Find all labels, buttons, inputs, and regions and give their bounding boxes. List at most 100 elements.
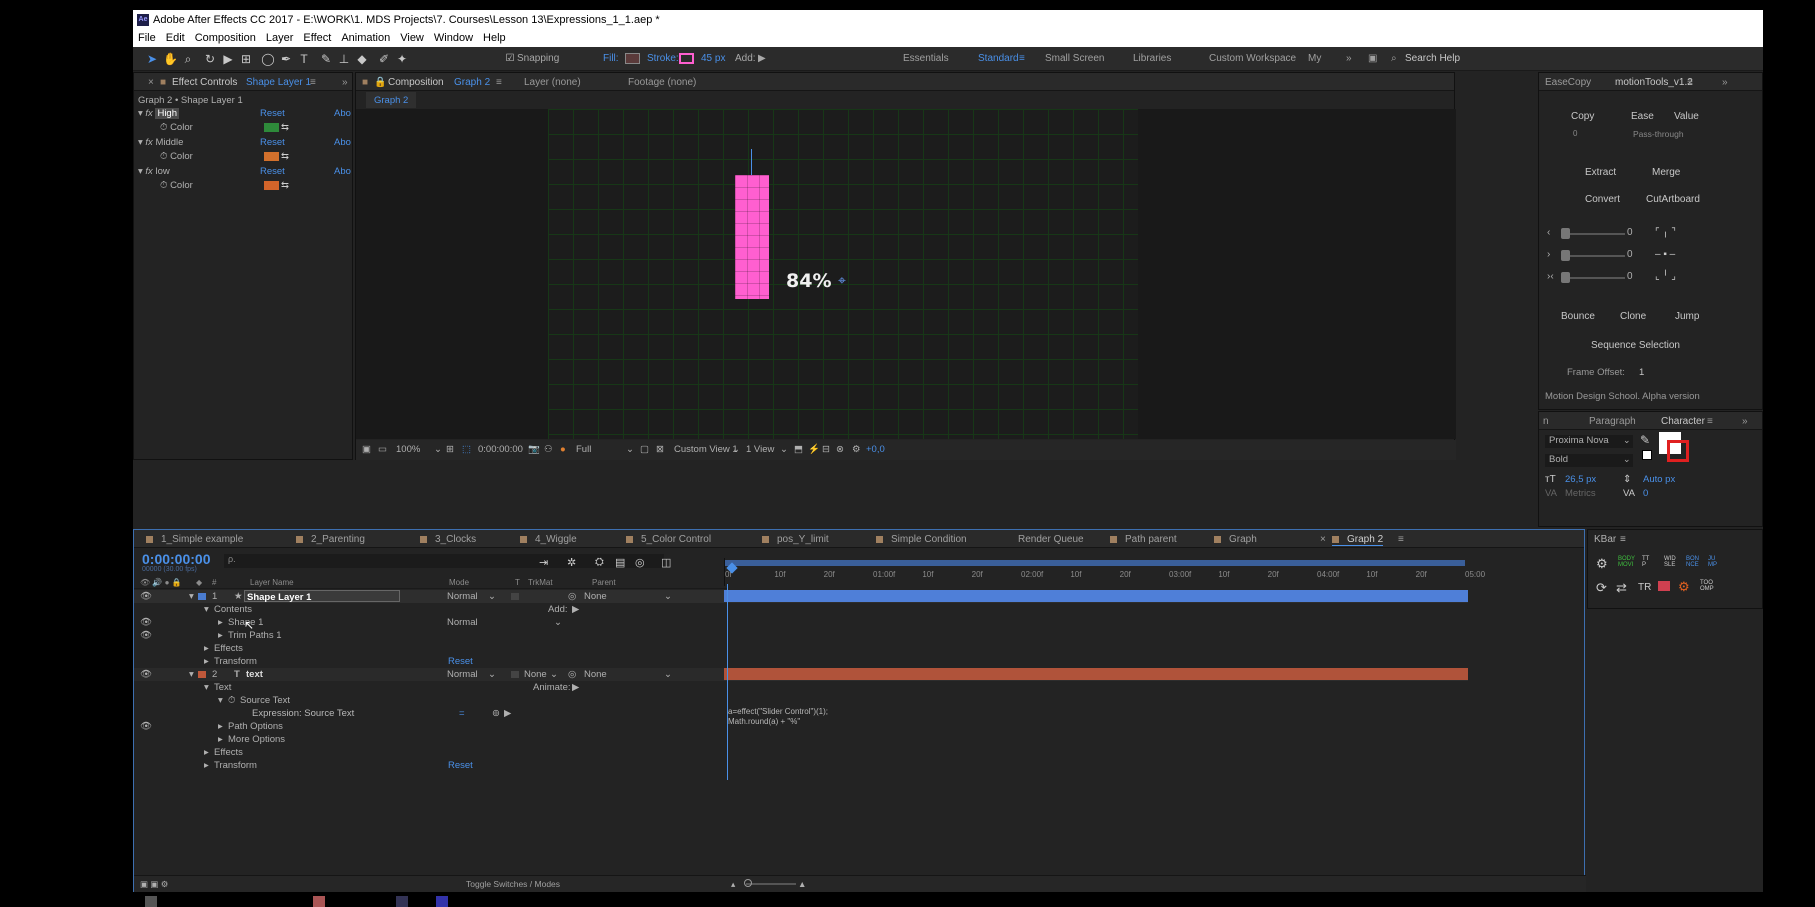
expression-graph-icon[interactable]: ⊚ — [492, 707, 500, 720]
timeline-icon[interactable]: ⊟ — [822, 440, 830, 460]
comp-lock-toggle-icon[interactable]: 🔒 — [374, 77, 386, 88]
always-preview-icon[interactable]: ▣ — [362, 440, 371, 460]
dropdown-arrow-icon[interactable]: ⌄ — [488, 590, 496, 603]
time-ruler[interactable]: 0f 10f 20f 01:00f 10f 20f 02:00f 10f 20f 03:00f 10… — [724, 558, 1485, 586]
effect-row-high[interactable]: ▾ fx High Reset Abo — [138, 108, 352, 120]
toggle-pixel-aspect-icon[interactable]: ⬒ — [794, 440, 803, 460]
layer-tab[interactable]: Layer (none) — [524, 77, 581, 88]
blend-mode-dropdown[interactable]: Normal — [447, 616, 478, 629]
tracking-value[interactable]: 0 — [1643, 488, 1648, 499]
pen-tool-icon[interactable]: ✒ — [279, 52, 293, 66]
workspace-custom[interactable]: Custom Workspace — [1209, 53, 1296, 64]
timeline-tab[interactable]: 4_Wiggle — [520, 534, 577, 545]
menu-animation[interactable]: Animation — [336, 30, 395, 47]
timeline-tab[interactable]: Path parent — [1110, 534, 1177, 545]
expand-triangle-icon[interactable]: ▾ — [189, 668, 194, 681]
timeline-tab[interactable]: 2_Parenting — [296, 534, 365, 545]
slider-track[interactable] — [1565, 255, 1625, 257]
align-bottom-icon[interactable]: ⌞ ╵ ⌟ — [1655, 271, 1676, 282]
close-icon[interactable]: × — [1320, 534, 1326, 545]
workspace-libraries[interactable]: Libraries — [1133, 53, 1171, 64]
taskbar-icon[interactable] — [396, 896, 408, 907]
dropdown-arrow-icon[interactable]: ⌄ — [780, 440, 788, 460]
kbar-button[interactable]: WID SLE — [1664, 556, 1676, 568]
color-channel-icon[interactable]: ● — [560, 440, 566, 460]
visibility-eye-icon[interactable]: 👁 — [140, 720, 152, 733]
camera-tool-icon[interactable]: ▶ — [221, 52, 235, 66]
timeline-tab[interactable]: 1_Simple example — [146, 534, 243, 545]
kbar-button[interactable]: JU MP — [1708, 556, 1717, 568]
preserve-transparency-toggle[interactable] — [511, 593, 519, 600]
clone-stamp-tool-icon[interactable]: ⊥ — [337, 52, 351, 66]
expand-panel-icon[interactable]: » — [342, 77, 348, 88]
menu-composition[interactable]: Composition — [190, 30, 261, 47]
animate-button[interactable]: Animate: — [533, 681, 571, 694]
color-swatch[interactable] — [264, 152, 279, 161]
menu-view[interactable]: View — [395, 30, 429, 47]
stroke-swatch[interactable] — [679, 53, 694, 64]
label-color-swatch[interactable] — [198, 593, 206, 600]
ease-in-icon[interactable]: ‹ — [1547, 227, 1550, 238]
panel-menu-icon[interactable]: ≡ — [1687, 77, 1693, 88]
layer-row-shape-layer-1[interactable]: 👁 ▾ 1 ★ Shape Layer 1 Normal ⌄ ◎ None ⌄ — [134, 590, 727, 603]
value-button[interactable]: Value — [1674, 111, 1699, 122]
slider-track[interactable] — [1565, 277, 1625, 279]
timeline-tab[interactable]: 3_Clocks — [420, 534, 476, 545]
visibility-eye-icon[interactable]: 👁 — [140, 590, 152, 603]
dropdown-arrow-icon[interactable]: ⌄ — [554, 616, 562, 629]
trim-paths-row[interactable]: 👁 ▸ Trim Paths 1 — [134, 629, 727, 642]
magnification-dropdown[interactable]: 100% — [396, 440, 420, 460]
frame-blending-icon[interactable]: ▤ — [615, 556, 625, 569]
footage-tab[interactable]: Footage (none) — [628, 77, 696, 88]
expand-triangle-icon[interactable]: ▸ — [204, 746, 209, 759]
add-button[interactable]: Add: — [548, 603, 568, 616]
pass-through-toggle[interactable]: Pass-through — [1633, 129, 1684, 139]
search-icon[interactable]: ⌕ — [1391, 53, 1397, 64]
source-text-row[interactable]: ▾ ⏱ Source Text — [134, 694, 727, 707]
kbar-red-icon[interactable] — [1658, 581, 1670, 591]
eraser-tool-icon[interactable]: ◆ — [355, 52, 369, 66]
zoom-tool-icon[interactable]: ⌕ — [181, 52, 195, 66]
expression-language-menu-icon[interactable]: ▶ — [504, 707, 511, 720]
percent-text-layer[interactable]: 84% — [786, 270, 831, 292]
effect-controls-tab[interactable]: Effect Controls — [172, 77, 237, 88]
merge-button[interactable]: Merge — [1652, 167, 1680, 178]
dropdown-arrow-icon[interactable]: ⌄ — [1623, 454, 1631, 465]
expand-triangle-icon[interactable]: ▸ — [204, 642, 209, 655]
panel-menu-icon[interactable]: ≡ — [496, 77, 502, 88]
pan-behind-tool-icon[interactable]: ⊞ — [239, 52, 253, 66]
extract-button[interactable]: Extract — [1585, 167, 1616, 178]
slider-value[interactable]: 0 — [1627, 227, 1633, 238]
font-family-dropdown[interactable]: Proxima Nova — [1545, 435, 1633, 448]
dropdown-arrow-icon[interactable]: ⌄ — [664, 590, 672, 603]
workspace-essentials[interactable]: Essentials — [903, 53, 949, 64]
visibility-eye-icon[interactable]: 👁 — [140, 616, 152, 629]
expand-panel-icon[interactable]: » — [1742, 416, 1748, 427]
eyedropper-icon[interactable]: ⇆ — [281, 180, 289, 191]
expand-triangle-icon[interactable]: ▸ — [204, 759, 209, 772]
type-tool-icon[interactable]: T — [297, 52, 311, 66]
mask-visibility-icon[interactable]: ⬚ — [462, 440, 471, 460]
menu-effect[interactable]: Effect — [298, 30, 336, 47]
panel-menu-icon[interactable]: ≡ — [1707, 416, 1713, 427]
collapsed-tab[interactable]: n — [1543, 416, 1549, 427]
transform-row[interactable]: ▸ Transform Reset — [134, 759, 727, 772]
expression-line-2[interactable]: Math.round(a) + "%" — [728, 717, 828, 727]
parent-pickwhip-icon[interactable]: ◎ — [568, 590, 576, 603]
font-style-dropdown[interactable]: Bold — [1545, 454, 1633, 467]
stopwatch-icon[interactable]: ⏱ — [160, 122, 167, 133]
slider-thumb[interactable] — [1561, 228, 1570, 239]
reset-link[interactable]: Reset — [260, 108, 285, 119]
collapse-triangle-icon[interactable]: ▾ — [138, 166, 143, 177]
view-layout-dropdown[interactable]: 1 View — [746, 440, 774, 460]
expression-field[interactable]: a=effect("Slider Control")(1); Math.roun… — [728, 707, 828, 727]
kerning-value[interactable]: Metrics — [1565, 488, 1596, 499]
expand-panel-icon[interactable]: » — [1722, 77, 1728, 88]
timeline-tab[interactable]: Graph — [1214, 534, 1257, 545]
more-options-row[interactable]: ▸ More Options — [134, 733, 727, 746]
expression-line-1[interactable]: a=effect("Slider Control")(1); — [728, 707, 828, 717]
kbar-button[interactable]: TT P — [1642, 556, 1649, 568]
paragraph-tab[interactable]: Paragraph — [1589, 416, 1636, 427]
contents-row[interactable]: ▾ Contents Add: ▶ — [134, 603, 727, 616]
expand-triangle-icon[interactable]: ▸ — [218, 629, 223, 642]
